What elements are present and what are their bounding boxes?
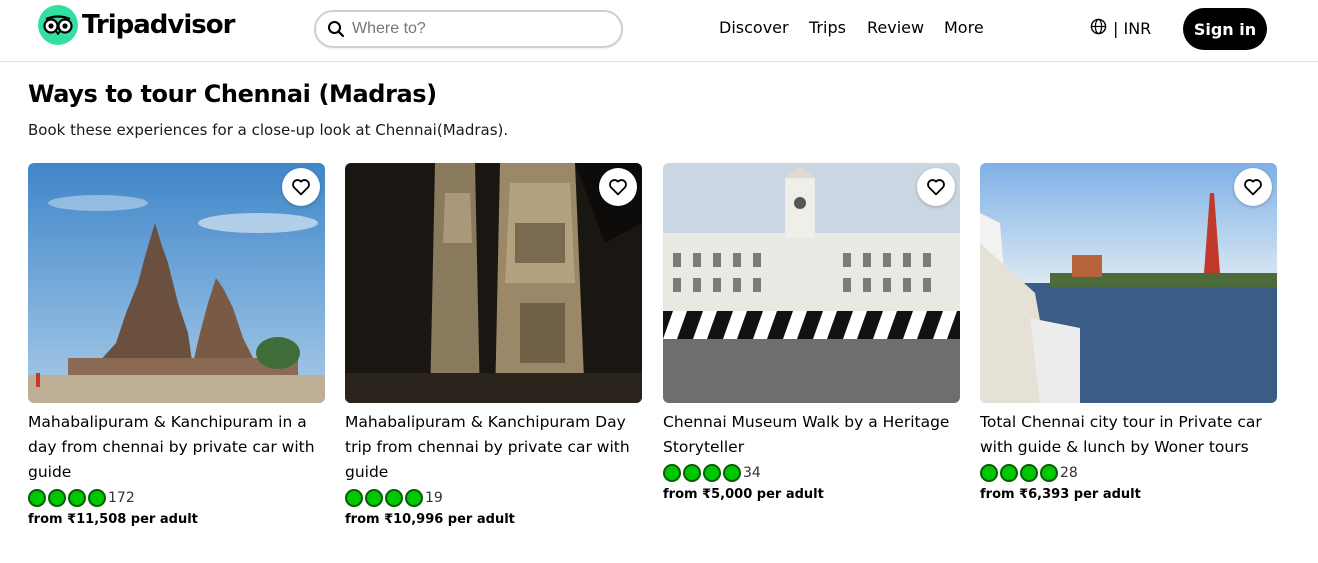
nav-trips[interactable]: Trips	[809, 18, 846, 37]
heart-icon	[1244, 179, 1262, 196]
tour-image[interactable]	[345, 163, 642, 403]
rating-bubble-icon	[345, 489, 363, 507]
review-count: 172	[108, 490, 135, 506]
rating-bubble-icon	[68, 489, 86, 507]
tour-image[interactable]	[28, 163, 325, 403]
currency-label: | INR	[1113, 19, 1152, 38]
globe-icon	[1090, 18, 1107, 39]
rating-bubble-icon	[385, 489, 403, 507]
rating-bubble-icon	[663, 464, 681, 482]
sign-in-button[interactable]: Sign in	[1183, 8, 1267, 50]
price: from ₹5,000 per adult	[663, 487, 824, 502]
price: from ₹10,996 per adult	[345, 512, 515, 527]
tripadvisor-logo[interactable]: Tripadvisor	[38, 5, 235, 45]
rating-bubble-icon	[703, 464, 721, 482]
rating-bubble-icon	[980, 464, 998, 482]
search-bar[interactable]	[314, 10, 623, 48]
nav-discover[interactable]: Discover	[719, 18, 789, 37]
save-heart-button[interactable]	[1234, 168, 1272, 206]
rating-bubble-icon	[48, 489, 66, 507]
rating-bubble-icon	[88, 489, 106, 507]
tour-image[interactable]	[980, 163, 1277, 403]
tour-image[interactable]	[663, 163, 960, 403]
rating-bubble-icon	[723, 464, 741, 482]
nav-more[interactable]: More	[944, 18, 984, 37]
save-heart-button[interactable]	[282, 168, 320, 206]
section-subtitle: Book these experiences for a close-up lo…	[28, 121, 509, 139]
currency-selector[interactable]: | INR	[1090, 18, 1151, 39]
review-count: 28	[1060, 465, 1078, 481]
tour-card[interactable]: Total Chennai city tour in Private car w…	[980, 163, 1277, 502]
save-heart-button[interactable]	[599, 168, 637, 206]
heart-icon	[927, 179, 945, 196]
rating: 172	[28, 487, 325, 509]
tour-title[interactable]: Mahabalipuram & Kanchipuram Day trip fro…	[345, 410, 642, 485]
price: from ₹6,393 per adult	[980, 487, 1141, 502]
top-header: Tripadvisor Discover Trips Review More |…	[0, 0, 1318, 62]
rating-bubble-icon	[1000, 464, 1018, 482]
rating-bubble-icon	[28, 489, 46, 507]
rating-bubble-icon	[1040, 464, 1058, 482]
tour-card[interactable]: Mahabalipuram & Kanchipuram in a day fro…	[28, 163, 325, 527]
rating-bubble-icon	[683, 464, 701, 482]
tour-card[interactable]: Mahabalipuram & Kanchipuram Day trip fro…	[345, 163, 642, 527]
heart-icon	[609, 179, 627, 196]
review-count: 19	[425, 490, 443, 506]
rating: 34	[663, 462, 960, 484]
rating: 19	[345, 487, 642, 509]
save-heart-button[interactable]	[917, 168, 955, 206]
heart-icon	[292, 179, 310, 196]
price: from ₹11,508 per adult	[28, 512, 198, 527]
tour-title[interactable]: Total Chennai city tour in Private car w…	[980, 410, 1277, 460]
search-icon	[326, 19, 346, 39]
rating-bubble-icon	[1020, 464, 1038, 482]
logo-text: Tripadvisor	[82, 10, 235, 40]
tour-card[interactable]: Chennai Museum Walk by a Heritage Storyt…	[663, 163, 960, 502]
section-title: Ways to tour Chennai (Madras)	[28, 80, 437, 108]
review-count: 34	[743, 465, 761, 481]
tour-title[interactable]: Mahabalipuram & Kanchipuram in a day fro…	[28, 410, 325, 485]
tour-title[interactable]: Chennai Museum Walk by a Heritage Storyt…	[663, 410, 960, 460]
search-input[interactable]	[352, 20, 602, 38]
owl-logo-icon	[38, 5, 78, 45]
rating-bubble-icon	[405, 489, 423, 507]
rating-bubble-icon	[365, 489, 383, 507]
nav-review[interactable]: Review	[867, 18, 924, 37]
rating: 28	[980, 462, 1277, 484]
